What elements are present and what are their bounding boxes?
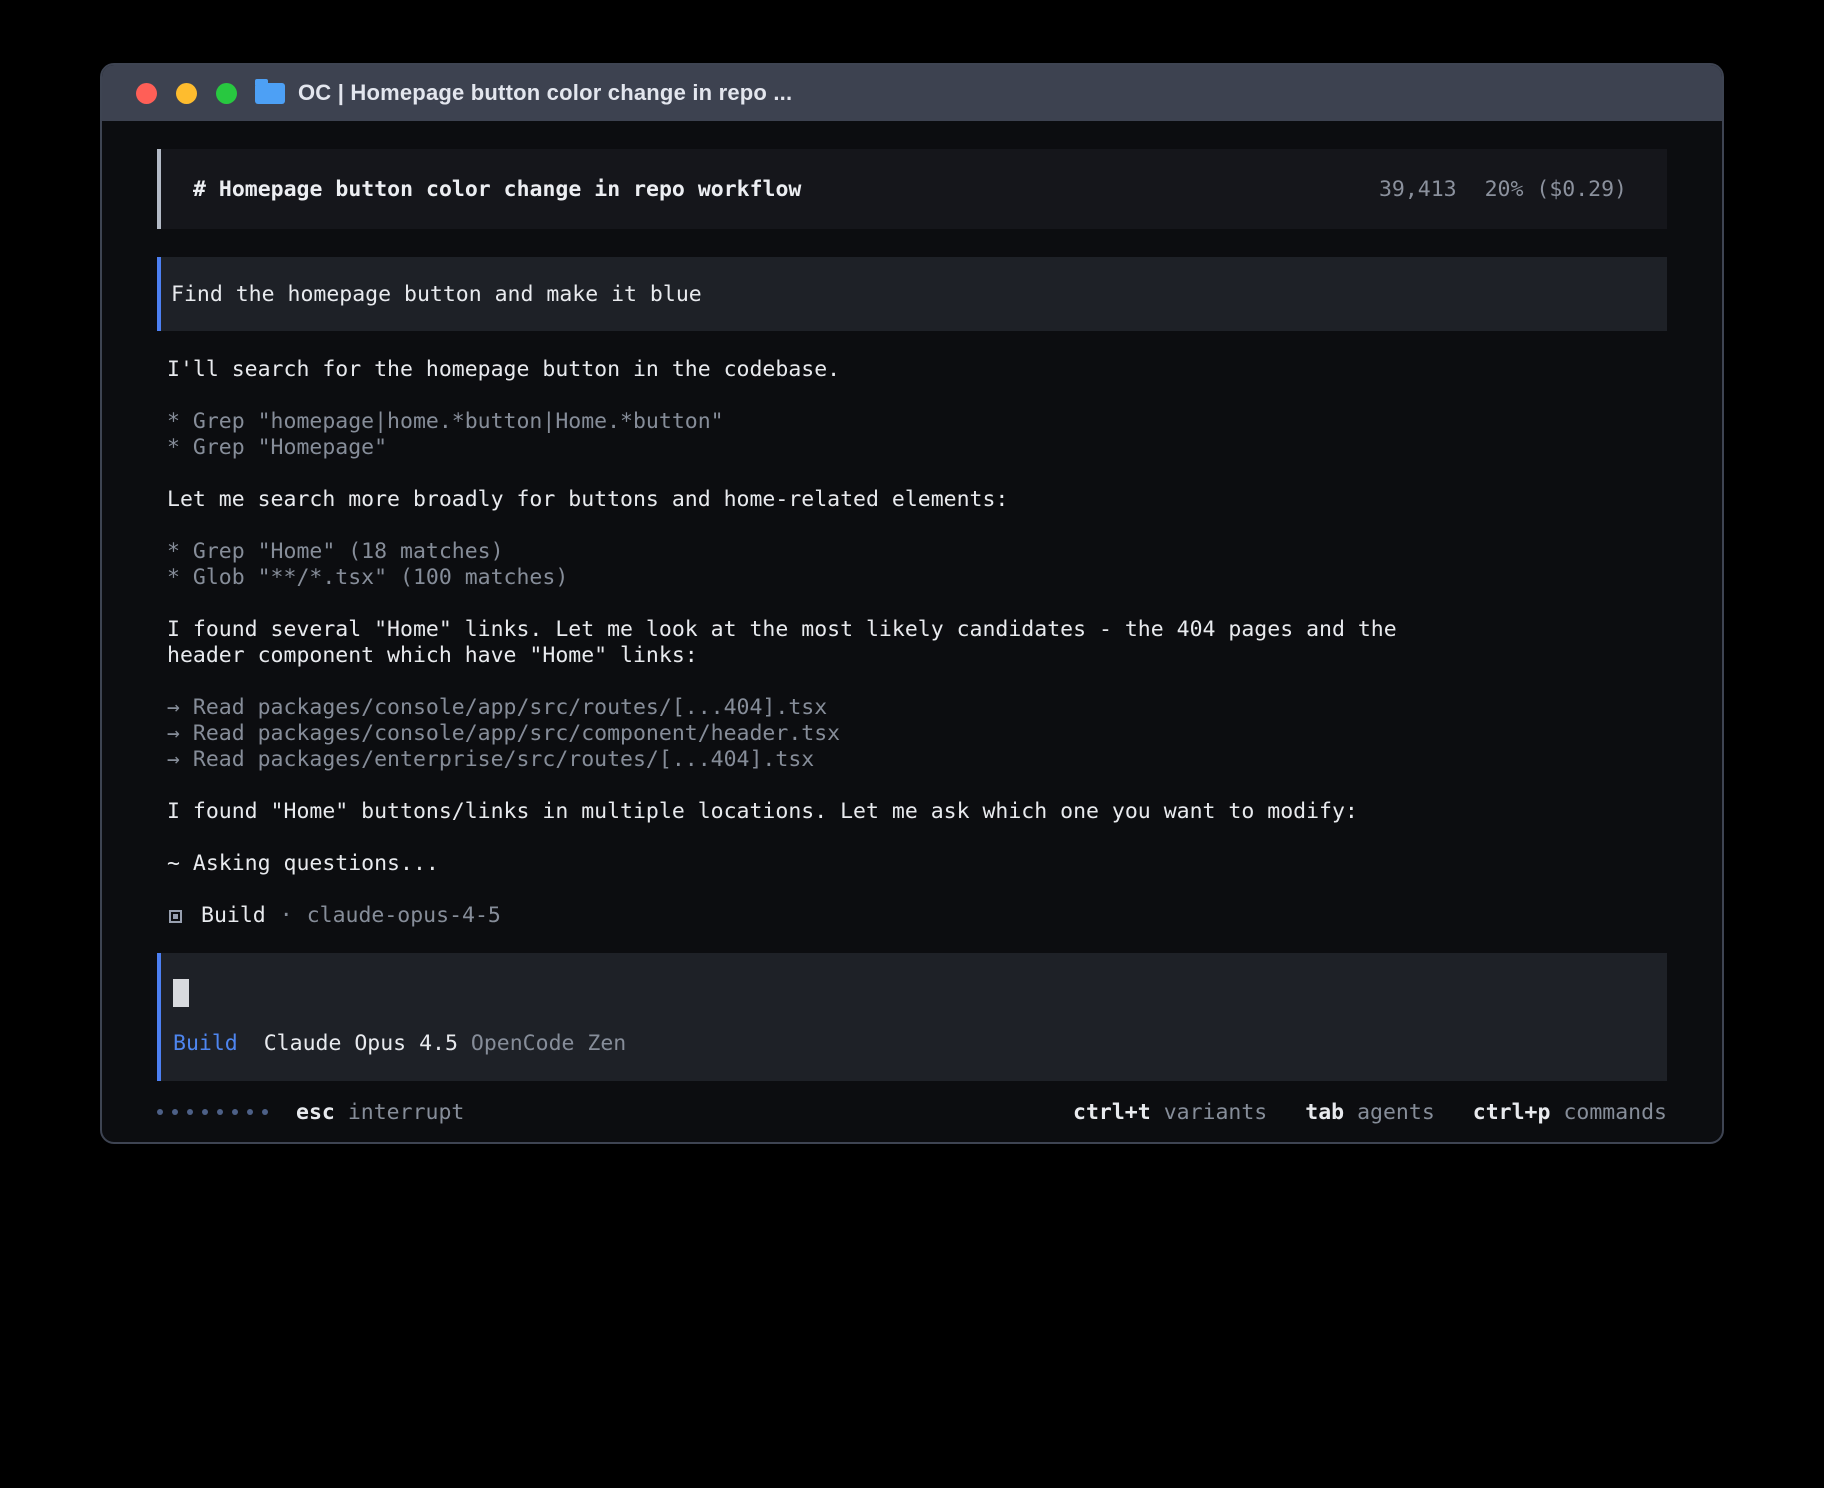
assistant-text: Let me search more broadly for buttons a… xyxy=(167,487,1439,513)
context-usage: 20% ($0.29) xyxy=(1485,177,1627,202)
traffic-lights xyxy=(136,83,237,104)
tool-call-read: → Read packages/enterprise/src/routes/[.… xyxy=(167,747,1667,773)
tool-call-group: * Grep "Home" (18 matches) * Glob "**/*.… xyxy=(167,539,1667,591)
status-bar-left: esc interrupt xyxy=(157,1100,464,1125)
agent-name: Build xyxy=(201,903,266,929)
window-title: OC | Homepage button color change in rep… xyxy=(298,80,792,106)
tool-call-grep: * Grep "Homepage" xyxy=(167,435,1667,461)
zoom-button[interactable] xyxy=(216,83,237,104)
tool-call-glob: * Glob "**/*.tsx" (100 matches) xyxy=(167,565,1667,591)
prompt-input[interactable]: Build Claude Opus 4.5 OpenCode Zen xyxy=(157,953,1667,1081)
tool-call-group: * Grep "homepage|home.*button|Home.*butt… xyxy=(167,409,1667,461)
tool-call-grep: * Grep "homepage|home.*button|Home.*butt… xyxy=(167,409,1667,435)
provider-name: OpenCode Zen xyxy=(471,1031,626,1057)
minimize-button[interactable] xyxy=(176,83,197,104)
tool-call-grep: * Grep "Home" (18 matches) xyxy=(167,539,1667,565)
terminal-window: OC | Homepage button color change in rep… xyxy=(100,63,1724,1144)
shortcut-esc: esc interrupt xyxy=(296,1100,464,1125)
spinner-dots xyxy=(157,1109,268,1115)
session-header: # Homepage button color change in repo w… xyxy=(157,149,1667,229)
user-message-text: Find the homepage button and make it blu… xyxy=(171,282,702,307)
tool-call-read: → Read packages/console/app/src/componen… xyxy=(167,721,1667,747)
status-bar: esc interrupt ctrl+t variants tab agents… xyxy=(157,1097,1667,1127)
shortcut-agents: tab agents xyxy=(1305,1100,1435,1125)
status-bar-right: ctrl+t variants tab agents ctrl+p comman… xyxy=(1073,1100,1667,1125)
assistant-text: I'll search for the homepage button in t… xyxy=(167,357,1439,383)
input-meta-row: Build Claude Opus 4.5 OpenCode Zen xyxy=(173,1031,1667,1057)
status-line: ~ Asking questions... xyxy=(167,851,1439,877)
model-name: Claude Opus 4.5 xyxy=(264,1031,458,1057)
tool-call-read: → Read packages/console/app/src/routes/[… xyxy=(167,695,1667,721)
text-cursor xyxy=(173,979,189,1007)
folder-icon xyxy=(255,83,285,104)
close-button[interactable] xyxy=(136,83,157,104)
esc-key: esc xyxy=(296,1100,335,1125)
esc-label: interrupt xyxy=(348,1100,465,1125)
assistant-text: I found "Home" buttons/links in multiple… xyxy=(167,799,1439,825)
window-titlebar[interactable]: OC | Homepage button color change in rep… xyxy=(102,65,1722,121)
agent-status-row: Build · claude-opus-4-5 xyxy=(167,903,1667,929)
transcript: I'll search for the homepage button in t… xyxy=(167,357,1667,929)
agent-separator: · xyxy=(280,903,293,929)
token-count: 39,413 xyxy=(1379,177,1457,202)
session-title: # Homepage button color change in repo w… xyxy=(193,177,801,202)
session-stats: 39,413 20% ($0.29) xyxy=(1379,177,1627,202)
user-message: Find the homepage button and make it blu… xyxy=(157,257,1667,331)
tool-call-group: → Read packages/console/app/src/routes/[… xyxy=(167,695,1667,773)
agent-icon xyxy=(169,910,182,923)
agent-selector[interactable]: Build xyxy=(173,1031,238,1057)
agent-model: claude-opus-4-5 xyxy=(307,903,501,929)
terminal-content: # Homepage button color change in repo w… xyxy=(102,121,1722,1127)
shortcut-commands: ctrl+p commands xyxy=(1473,1100,1667,1125)
assistant-text: I found several "Home" links. Let me loo… xyxy=(167,617,1439,669)
shortcut-variants: ctrl+t variants xyxy=(1073,1100,1267,1125)
